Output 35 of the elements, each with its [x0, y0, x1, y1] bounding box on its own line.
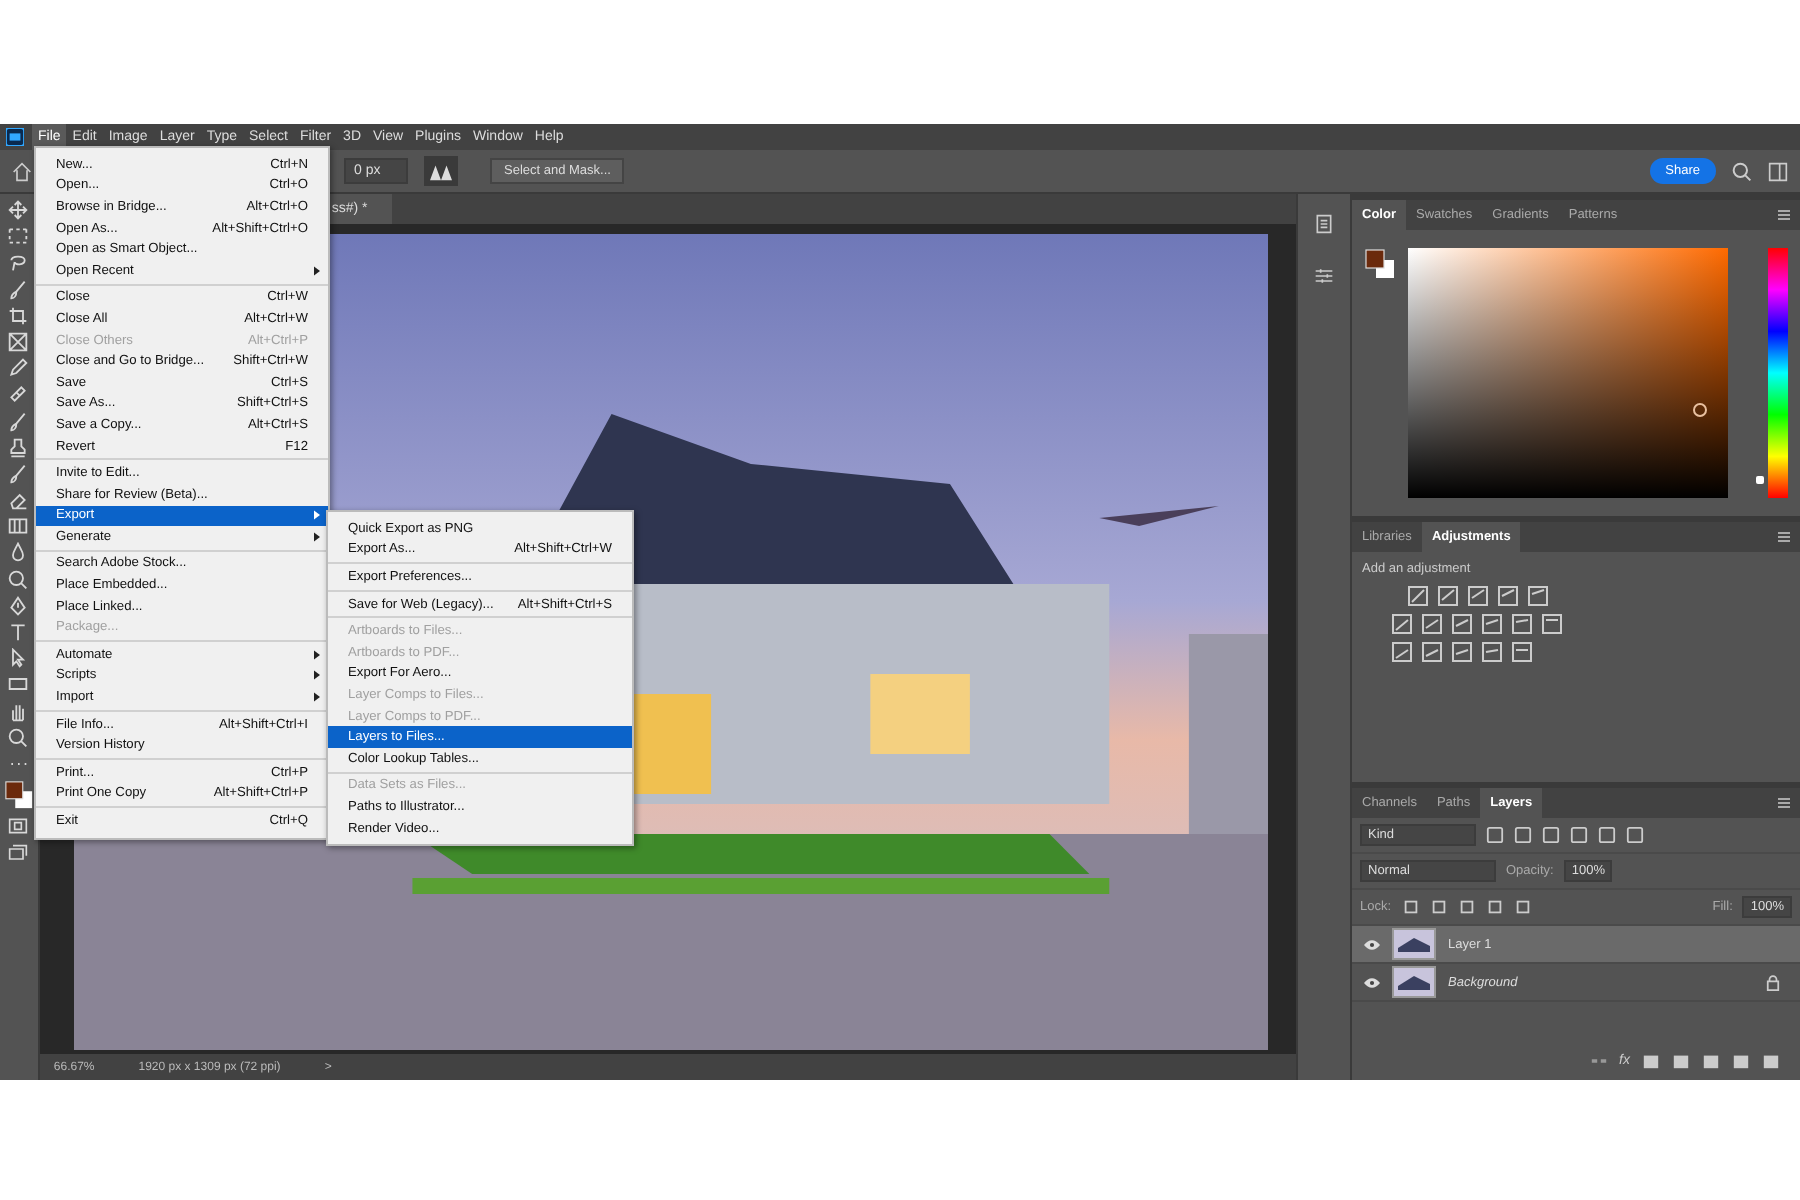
rectangle-icon[interactable] — [8, 674, 29, 695]
lasso-icon[interactable] — [8, 252, 29, 273]
picker-ring-icon[interactable] — [1692, 402, 1708, 418]
quick-mask-icon[interactable] — [8, 816, 29, 837]
bandage-icon[interactable] — [8, 384, 29, 405]
color-swatches-icon[interactable] — [3, 780, 34, 811]
eye-icon[interactable] — [1364, 977, 1380, 987]
menu-icon[interactable] — [1778, 210, 1790, 220]
hue-slider-thumb[interactable] — [1756, 476, 1764, 485]
panel-layout-icon[interactable] — [1768, 161, 1788, 181]
eyedropper-icon[interactable] — [8, 358, 29, 379]
color-field[interactable] — [1408, 248, 1728, 498]
pen-nib-icon[interactable] — [8, 595, 29, 616]
zoom-icon[interactable] — [8, 727, 29, 748]
layer-thumbnail — [1392, 928, 1436, 960]
search-icon[interactable] — [1732, 161, 1752, 181]
layer-thumbnail — [1392, 966, 1436, 998]
peaks-icon[interactable] — [424, 156, 458, 186]
drop-icon[interactable] — [8, 542, 29, 563]
sliders-icon[interactable] — [1314, 266, 1335, 286]
eraser-icon[interactable] — [8, 490, 29, 511]
frame-icon[interactable] — [8, 331, 29, 352]
menu-icon[interactable] — [1778, 798, 1790, 808]
history-icon[interactable] — [1314, 214, 1335, 234]
arrow-pointer-icon[interactable] — [8, 648, 29, 669]
hand-icon[interactable] — [8, 701, 29, 722]
stamp-icon[interactable] — [8, 437, 29, 458]
eye-icon[interactable] — [1364, 939, 1380, 949]
magnifier-icon[interactable] — [8, 569, 29, 590]
crop-icon[interactable] — [8, 305, 29, 326]
home-icon[interactable] — [12, 161, 32, 181]
menu-icon[interactable] — [1778, 532, 1790, 542]
app-logo-icon[interactable] — [6, 128, 24, 146]
foreground-background-swatch-icon[interactable] — [1364, 248, 1396, 280]
screen-mode-icon[interactable] — [8, 843, 29, 863]
